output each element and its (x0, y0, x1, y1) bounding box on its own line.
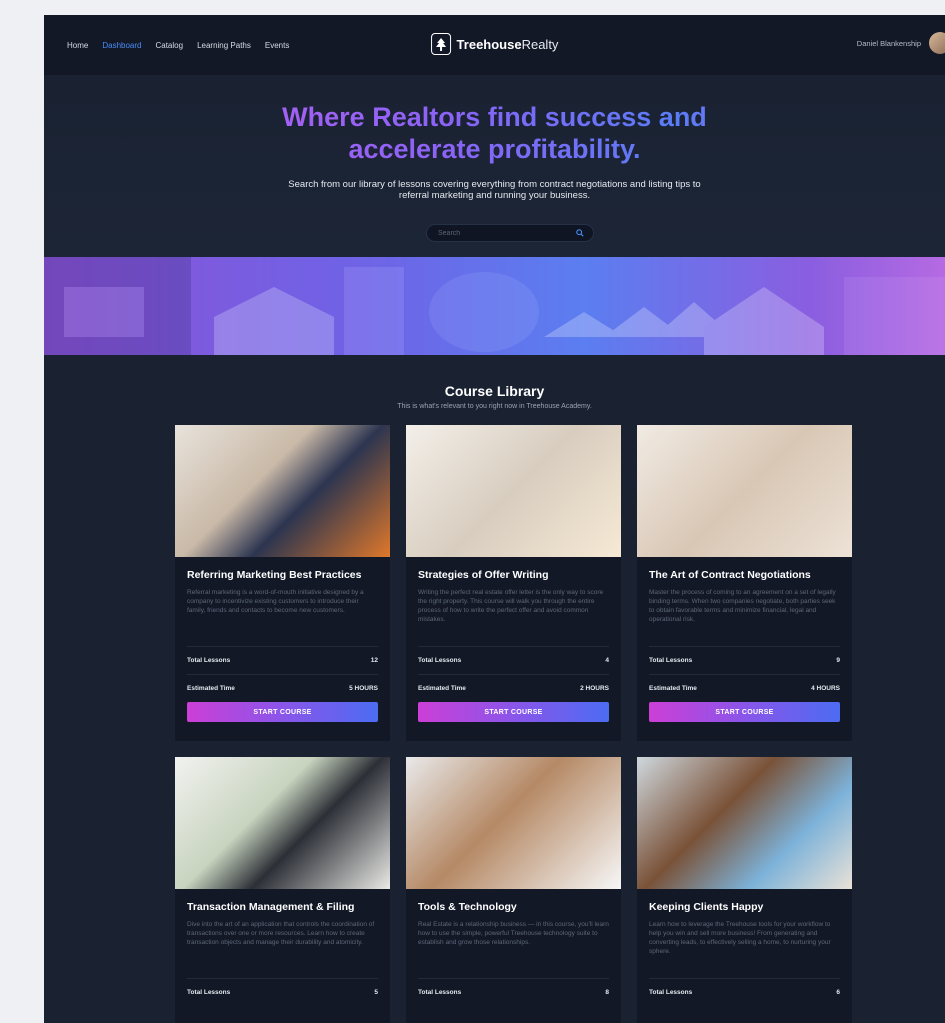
avatar[interactable] (929, 32, 945, 54)
course-image[interactable] (406, 757, 621, 889)
estimated-time-label: Estimated Time (187, 685, 235, 692)
course-image[interactable] (406, 425, 621, 557)
estimated-time-value: 5 HOURS (349, 685, 378, 692)
total-lessons-row: Total Lessons 5 (187, 978, 378, 1006)
start-course-button[interactable]: START COURSE (649, 702, 840, 722)
course-card[interactable]: Tools & Technology Real Estate is a rela… (406, 757, 621, 1023)
total-lessons-row: Total Lessons 4 (418, 646, 609, 674)
total-lessons-value: 5 (374, 989, 378, 996)
total-lessons-label: Total Lessons (187, 989, 231, 996)
nav-learning-paths[interactable]: Learning Paths (197, 41, 251, 50)
course-card[interactable]: Transaction Management & Filing Dive int… (175, 757, 390, 1023)
logo-light: Realty (521, 36, 559, 52)
course-title[interactable]: Keeping Clients Happy (637, 889, 852, 913)
course-card[interactable]: Strategies of Offer Writing Writing the … (406, 425, 621, 741)
course-title[interactable]: The Art of Contract Negotiations (637, 557, 852, 581)
course-image[interactable] (175, 757, 390, 889)
user-name: Daniel Blankenship (856, 38, 921, 48)
course-grid: Referring Marketing Best Practices Refer… (175, 425, 852, 1023)
total-lessons-value: 9 (836, 657, 840, 664)
search-bar (426, 224, 594, 242)
brand-logo[interactable]: TreehouseRealty (430, 33, 559, 55)
start-course-button[interactable]: START COURSE (418, 702, 609, 722)
course-image[interactable] (637, 757, 852, 889)
top-nav: Home Dashboard Catalog Learning Paths Ev… (44, 15, 945, 75)
course-card[interactable]: Keeping Clients Happy Learn how to lever… (637, 757, 852, 1023)
total-lessons-label: Total Lessons (187, 657, 231, 664)
nav-links: Home Dashboard Catalog Learning Paths Ev… (44, 41, 289, 50)
course-description: Master the process of coming to an agree… (649, 589, 836, 623)
course-description: Learn how to leverage the Treehouse tool… (649, 921, 831, 955)
user-menu[interactable]: Daniel Blankenship (857, 32, 945, 54)
course-image[interactable] (175, 425, 390, 557)
course-image[interactable] (637, 425, 852, 557)
total-lessons-value: 12 (370, 657, 378, 664)
course-card[interactable]: The Art of Contract Negotiations Master … (637, 425, 852, 741)
total-lessons-row: Total Lessons 6 (649, 978, 840, 1006)
tree-icon (430, 33, 451, 55)
hero-subtitle: Search from our library of lessons cover… (288, 179, 701, 201)
estimated-time-label: Estimated Time (649, 685, 697, 692)
total-lessons-value: 6 (836, 989, 840, 996)
course-description: Dive into the art of an application that… (187, 921, 375, 946)
total-lessons-row: Total Lessons 8 (418, 978, 609, 1006)
total-lessons-value: 4 (605, 657, 609, 664)
estimated-time-row: Estimated Time 2 HOURS (418, 674, 609, 702)
course-title[interactable]: Transaction Management & Filing (175, 889, 390, 913)
course-description: Writing the perfect real estate offer le… (418, 589, 604, 623)
library-subtitle: This is what's relevant to you right now… (397, 403, 592, 410)
start-course-button[interactable]: START COURSE (187, 702, 378, 722)
total-lessons-label: Total Lessons (649, 657, 693, 664)
course-title[interactable]: Tools & Technology (406, 889, 621, 913)
estimated-time-row: Estimated Time 5 HOURS (187, 674, 378, 702)
course-description: Real Estate is a relationship business —… (418, 921, 609, 946)
hero-title: Where Realtors find success and accelerat… (44, 75, 945, 165)
app-window: Home Dashboard Catalog Learning Paths Ev… (44, 15, 945, 1023)
search-icon[interactable] (576, 224, 584, 242)
total-lessons-row: Total Lessons 12 (187, 646, 378, 674)
course-card[interactable]: Referring Marketing Best Practices Refer… (175, 425, 390, 741)
nav-catalog[interactable]: Catalog (155, 41, 183, 50)
course-description: Referral marketing is a word-of-mouth in… (187, 589, 364, 614)
total-lessons-value: 8 (605, 989, 609, 996)
library-title: Course Library (444, 383, 545, 399)
course-title[interactable]: Strategies of Offer Writing (406, 557, 621, 581)
estimated-time-row: Estimated Time 4 HOURS (649, 674, 840, 702)
estimated-time-label: Estimated Time (418, 685, 466, 692)
total-lessons-label: Total Lessons (418, 657, 462, 664)
banner-photos (44, 257, 945, 355)
total-lessons-label: Total Lessons (418, 989, 462, 996)
estimated-time-value: 2 HOURS (580, 685, 609, 692)
total-lessons-row: Total Lessons 9 (649, 646, 840, 674)
search-input[interactable] (436, 228, 570, 238)
course-title[interactable]: Referring Marketing Best Practices (175, 557, 390, 581)
total-lessons-label: Total Lessons (649, 989, 693, 996)
hero: Where Realtors find success and accelerat… (44, 75, 945, 257)
nav-dashboard[interactable]: Dashboard (102, 41, 141, 50)
estimated-time-value: 4 HOURS (811, 685, 840, 692)
nav-events[interactable]: Events (265, 41, 289, 50)
photo-banner (44, 257, 945, 355)
nav-home[interactable]: Home (67, 41, 88, 50)
logo-bold: Treehouse (456, 36, 522, 52)
